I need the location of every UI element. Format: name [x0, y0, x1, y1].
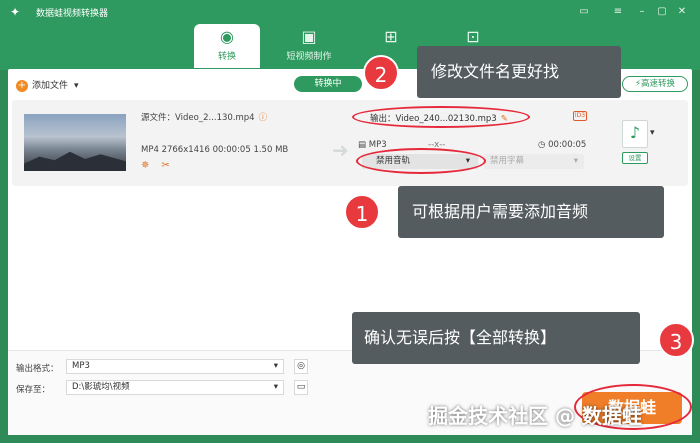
id3-icon[interactable]: ID3: [573, 111, 587, 121]
step-2-callout: 修改文件名更好找: [417, 46, 621, 98]
arrow-right-icon: ➜: [332, 138, 349, 162]
tab-short-video[interactable]: ▣ 短视频制作: [276, 24, 342, 68]
image-icon: ▣: [301, 27, 317, 46]
source-file-label: 源文件：Video_2...130.mp4: [141, 113, 255, 123]
output-format-value: MP3: [72, 361, 90, 371]
step-3-callout: 确认无误后按【全部转换】: [352, 312, 640, 364]
step-2-marker: 2: [363, 55, 399, 91]
toolbox-icon: ⊡: [466, 27, 480, 46]
chevron-down-icon: ▾: [74, 81, 79, 91]
folder-icon[interactable]: ▭: [294, 380, 308, 395]
converting-status: 转换中: [294, 76, 362, 92]
chevron-down-icon: ▾: [273, 382, 278, 392]
tab-convert[interactable]: ◉ 转换: [194, 24, 260, 68]
app-logo-icon: ✦: [10, 5, 21, 19]
maximize-icon[interactable]: ▢: [654, 4, 670, 20]
minimize-icon[interactable]: –: [634, 4, 650, 20]
message-icon[interactable]: ▭: [576, 4, 592, 20]
add-file-button[interactable]: + 添加文件 ▾: [16, 78, 79, 92]
scissors-icon[interactable]: ✂: [161, 160, 169, 171]
chevron-down-icon[interactable]: ▾: [650, 128, 655, 138]
step-3-marker: 3: [658, 322, 694, 358]
save-path-select[interactable]: D:\影琥均\视频 ▾: [66, 380, 284, 395]
watermark: 掘金技术社区 @ 数据蛙: [428, 404, 642, 428]
magic-icon[interactable]: ✵: [141, 160, 149, 171]
output-format-label: 输出格式：: [16, 364, 59, 374]
convert-icon: ◉: [220, 27, 234, 46]
format-settings-icon[interactable]: ◎: [294, 359, 308, 374]
highlight-output-name: [352, 106, 530, 128]
step-1-callout: 可根据用户需要添加音频: [398, 186, 664, 238]
subtitle-select[interactable]: 禁用字幕 ▾: [484, 154, 584, 169]
edit-tools: ✵ ✂: [141, 160, 170, 171]
close-icon[interactable]: ✕: [674, 4, 690, 20]
settings-button[interactable]: 设置: [622, 152, 648, 164]
add-file-label: 添加文件: [32, 81, 69, 91]
source-file-name: 源文件：Video_2...130.mp4 ⓘ: [141, 111, 267, 123]
chevron-down-icon: ▾: [273, 361, 278, 371]
file-icon: ▤: [358, 140, 367, 150]
fast-convert-button[interactable]: ⚡高速转换: [622, 76, 688, 92]
subtitle-value: 禁用字幕: [490, 156, 525, 166]
highlight-audio-track: [356, 148, 486, 174]
tab-label: 转换: [217, 52, 236, 62]
clock-icon: ◷: [538, 140, 546, 150]
output-format-info: ▤ MP3: [358, 140, 387, 150]
chevron-down-icon: ▾: [573, 156, 578, 166]
music-file-icon[interactable]: ♪: [622, 120, 648, 148]
plus-icon: +: [16, 79, 28, 92]
video-thumbnail[interactable]: [24, 114, 126, 171]
app-title: 数据蛙视频转换器: [36, 9, 109, 19]
output-duration-info: ◷ 00:00:05: [538, 140, 586, 150]
output-format-select[interactable]: MP3 ▾: [66, 359, 284, 374]
tab-label: 短视频制作: [286, 52, 332, 62]
output-duration: 00:00:05: [548, 140, 587, 150]
save-path-value: D:\影琥均\视频: [72, 382, 130, 392]
source-meta: MP4 2766x1416 00:00:05 1.50 MB: [141, 145, 289, 155]
save-to-label: 保存至：: [16, 385, 51, 395]
menu-icon[interactable]: ≡: [610, 4, 626, 20]
layout-icon: ⊞: [384, 27, 398, 46]
fast-convert-label: 高速转换: [640, 79, 675, 89]
output-format: MP3: [368, 140, 387, 150]
step-1-marker: 1: [344, 194, 380, 230]
info-icon[interactable]: ⓘ: [259, 113, 268, 123]
